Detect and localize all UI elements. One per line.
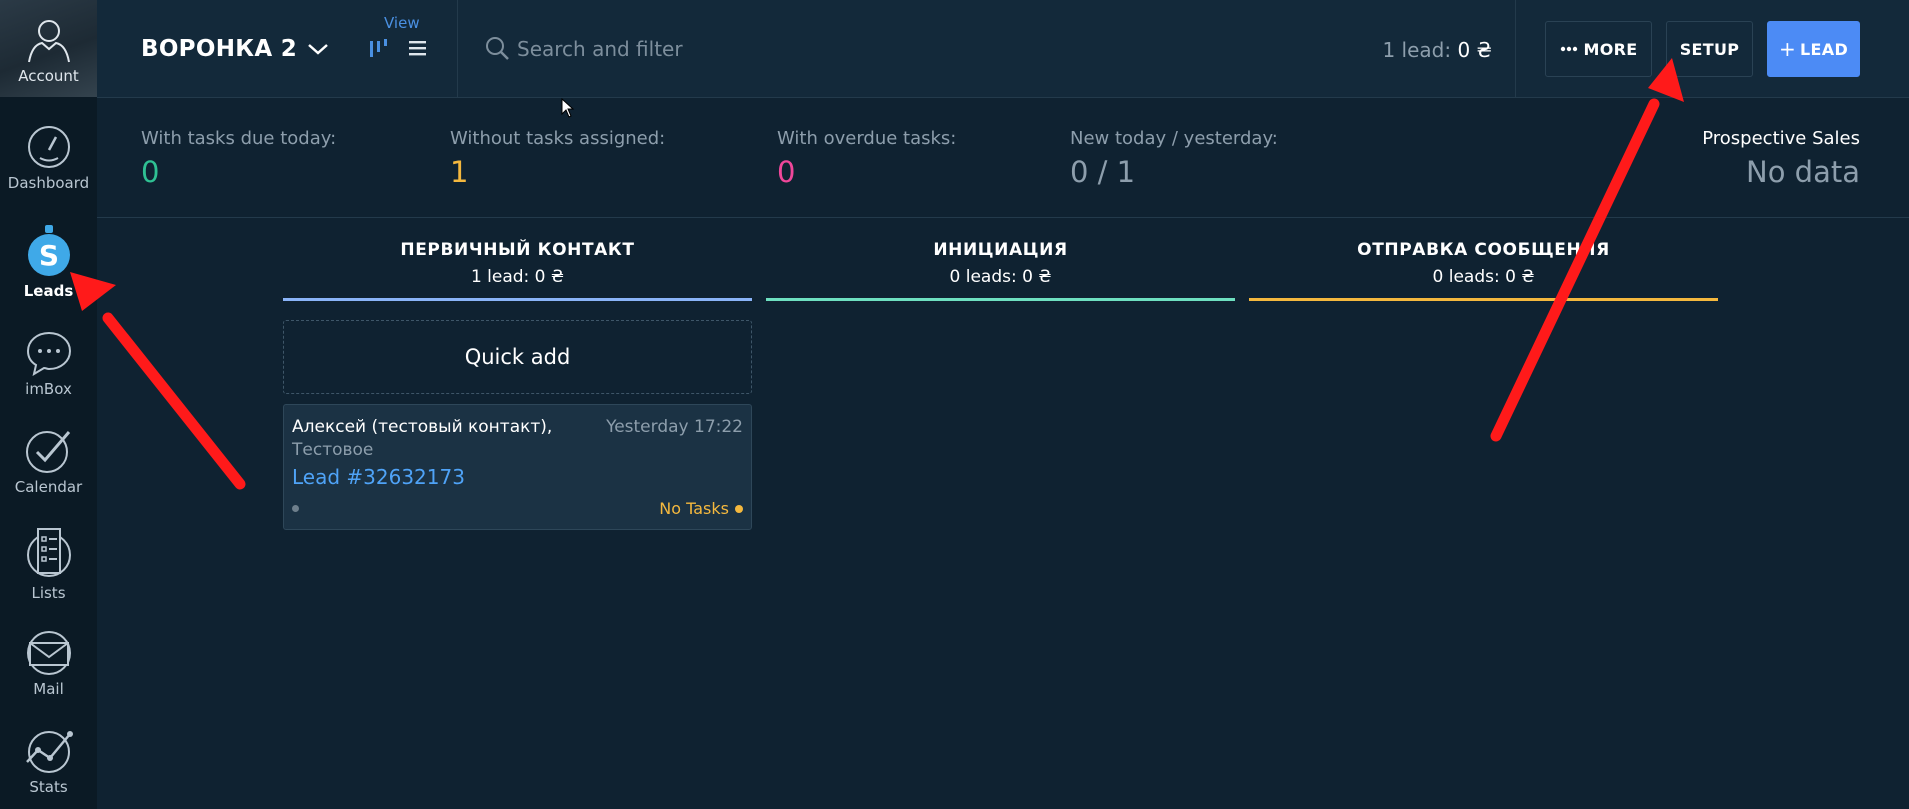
sidebar-account[interactable]: Account: [0, 0, 97, 97]
stat-value: No data: [1746, 155, 1860, 189]
view-label: View: [384, 14, 420, 32]
column-stage-bar: [766, 298, 1235, 301]
pipeline-column-message-sending: ОТПРАВКА СООБЩЕНИЯ 0 leads: 0 ₴: [1249, 240, 1718, 301]
stat-title: Prospective Sales: [1702, 128, 1860, 149]
chat-icon: [26, 331, 71, 376]
stat-title: Without tasks assigned:: [450, 128, 666, 149]
add-lead-button[interactable]: + LEAD: [1767, 21, 1860, 77]
stats-icon: [25, 731, 73, 773]
stat-title: With overdue tasks:: [777, 128, 957, 149]
top-bar: ВОРОНКА 2 View 1 lead: 0 ₴ MORE SETUP + …: [97, 0, 1909, 98]
sidebar-item-leads[interactable]: S Leads: [0, 224, 97, 300]
lead-contact-name[interactable]: Алексей (тестовый контакт),: [292, 417, 552, 437]
pipeline-column-initiation: ИНИЦИАЦИЯ 0 leads: 0 ₴: [766, 240, 1235, 301]
user-icon: [27, 20, 70, 63]
task-status-dot: [735, 505, 743, 513]
column-summary: 0 leads: 0 ₴: [1432, 267, 1535, 287]
mail-icon: [26, 631, 71, 675]
lead-company[interactable]: Тестовое: [292, 440, 373, 460]
list-view-icon[interactable]: [408, 38, 428, 58]
quick-add-button[interactable]: Quick add: [283, 320, 752, 394]
pipeline-selector[interactable]: ВОРОНКА 2: [141, 36, 329, 62]
plus-icon: +: [1778, 37, 1797, 61]
sidebar-item-lists[interactable]: Lists: [0, 526, 97, 602]
chevron-down-icon: [308, 44, 328, 55]
sidebar-item-label: Mail: [33, 680, 64, 698]
summary-stats: With tasks due today: 0 Without tasks as…: [97, 98, 1909, 218]
sidebar: Account Dashboard S Leads imBox Calendar: [0, 0, 97, 809]
sidebar-item-label: Leads: [23, 282, 74, 300]
pipeline-lead-total: 1 lead: 0 ₴: [1382, 38, 1492, 62]
sidebar-item-label: Calendar: [14, 478, 83, 496]
stat-value: 1: [450, 155, 469, 189]
stat-title: New today / yesterday:: [1070, 128, 1278, 149]
lead-link[interactable]: Lead #32632173: [292, 465, 465, 489]
stat-value: 0: [777, 155, 796, 189]
lead-tasks-status[interactable]: No Tasks: [659, 499, 729, 518]
sidebar-account-label: Account: [18, 67, 79, 85]
sidebar-item-stats[interactable]: Stats: [0, 728, 97, 796]
stat-value: 0 / 1: [1070, 155, 1136, 189]
column-title: ОТПРАВКА СООБЩЕНИЯ: [1357, 240, 1610, 260]
stat-tasks-due-today[interactable]: With tasks due today: 0: [141, 128, 336, 189]
sidebar-item-label: imBox: [25, 380, 72, 398]
lead-status-dot: [292, 505, 299, 512]
setup-button-label: SETUP: [1679, 39, 1740, 59]
sidebar-item-label: Stats: [29, 778, 68, 796]
search-icon: [486, 37, 509, 60]
lead-total-value: 0 ₴: [1457, 38, 1492, 62]
divider: [457, 0, 458, 98]
stat-without-tasks[interactable]: Without tasks assigned: 1: [450, 128, 665, 189]
ellipsis-icon: [1560, 46, 1577, 52]
sidebar-item-imbox[interactable]: imBox: [0, 330, 97, 398]
search-input[interactable]: [517, 32, 1077, 66]
column-title: ПЕРВИЧНЫЙ КОНТАКТ: [400, 240, 635, 260]
add-lead-button-label: LEAD: [1800, 39, 1849, 59]
mouse-cursor-icon: [561, 98, 575, 118]
sidebar-item-dashboard[interactable]: Dashboard: [0, 124, 97, 192]
column-title: ИНИЦИАЦИЯ: [933, 240, 1068, 260]
calendar-check-icon: [25, 431, 70, 473]
dashboard-icon: [27, 126, 70, 168]
column-summary: 1 lead: 0 ₴: [470, 267, 565, 287]
column-summary: 0 leads: 0 ₴: [949, 267, 1052, 287]
sidebar-item-label: Dashboard: [7, 174, 90, 192]
kanban-view-icon[interactable]: [369, 38, 391, 58]
sidebar-item-label: Lists: [31, 584, 66, 602]
divider: [1515, 0, 1516, 98]
more-button-label: MORE: [1583, 39, 1638, 59]
lead-total-label: 1 lead:: [1382, 38, 1452, 62]
pipeline-column-primary-contact: ПЕРВИЧНЫЙ КОНТАКТ 1 lead: 0 ₴: [283, 240, 752, 301]
stat-value: 0: [141, 155, 160, 189]
leads-icon: S: [27, 225, 70, 276]
lead-card[interactable]: Алексей (тестовый контакт), Yesterday 17…: [283, 404, 752, 530]
lead-timestamp: Yesterday 17:22: [606, 417, 743, 437]
column-stage-bar: [283, 298, 752, 301]
stat-title: With tasks due today:: [141, 128, 337, 149]
sidebar-item-calendar[interactable]: Calendar: [0, 428, 97, 496]
column-stage-bar: [1249, 298, 1718, 301]
stat-overdue-tasks[interactable]: With overdue tasks: 0: [777, 128, 956, 189]
more-button[interactable]: MORE: [1545, 21, 1652, 77]
stat-new-today-yesterday[interactable]: New today / yesterday: 0 / 1: [1070, 128, 1278, 189]
setup-button[interactable]: SETUP: [1666, 21, 1753, 77]
svg-text:S: S: [38, 239, 58, 272]
list-icon: [26, 528, 71, 577]
sidebar-item-mail[interactable]: Mail: [0, 630, 97, 698]
stat-prospective-sales: Prospective Sales No data: [1702, 128, 1860, 189]
pipeline-name: ВОРОНКА 2: [141, 36, 298, 62]
